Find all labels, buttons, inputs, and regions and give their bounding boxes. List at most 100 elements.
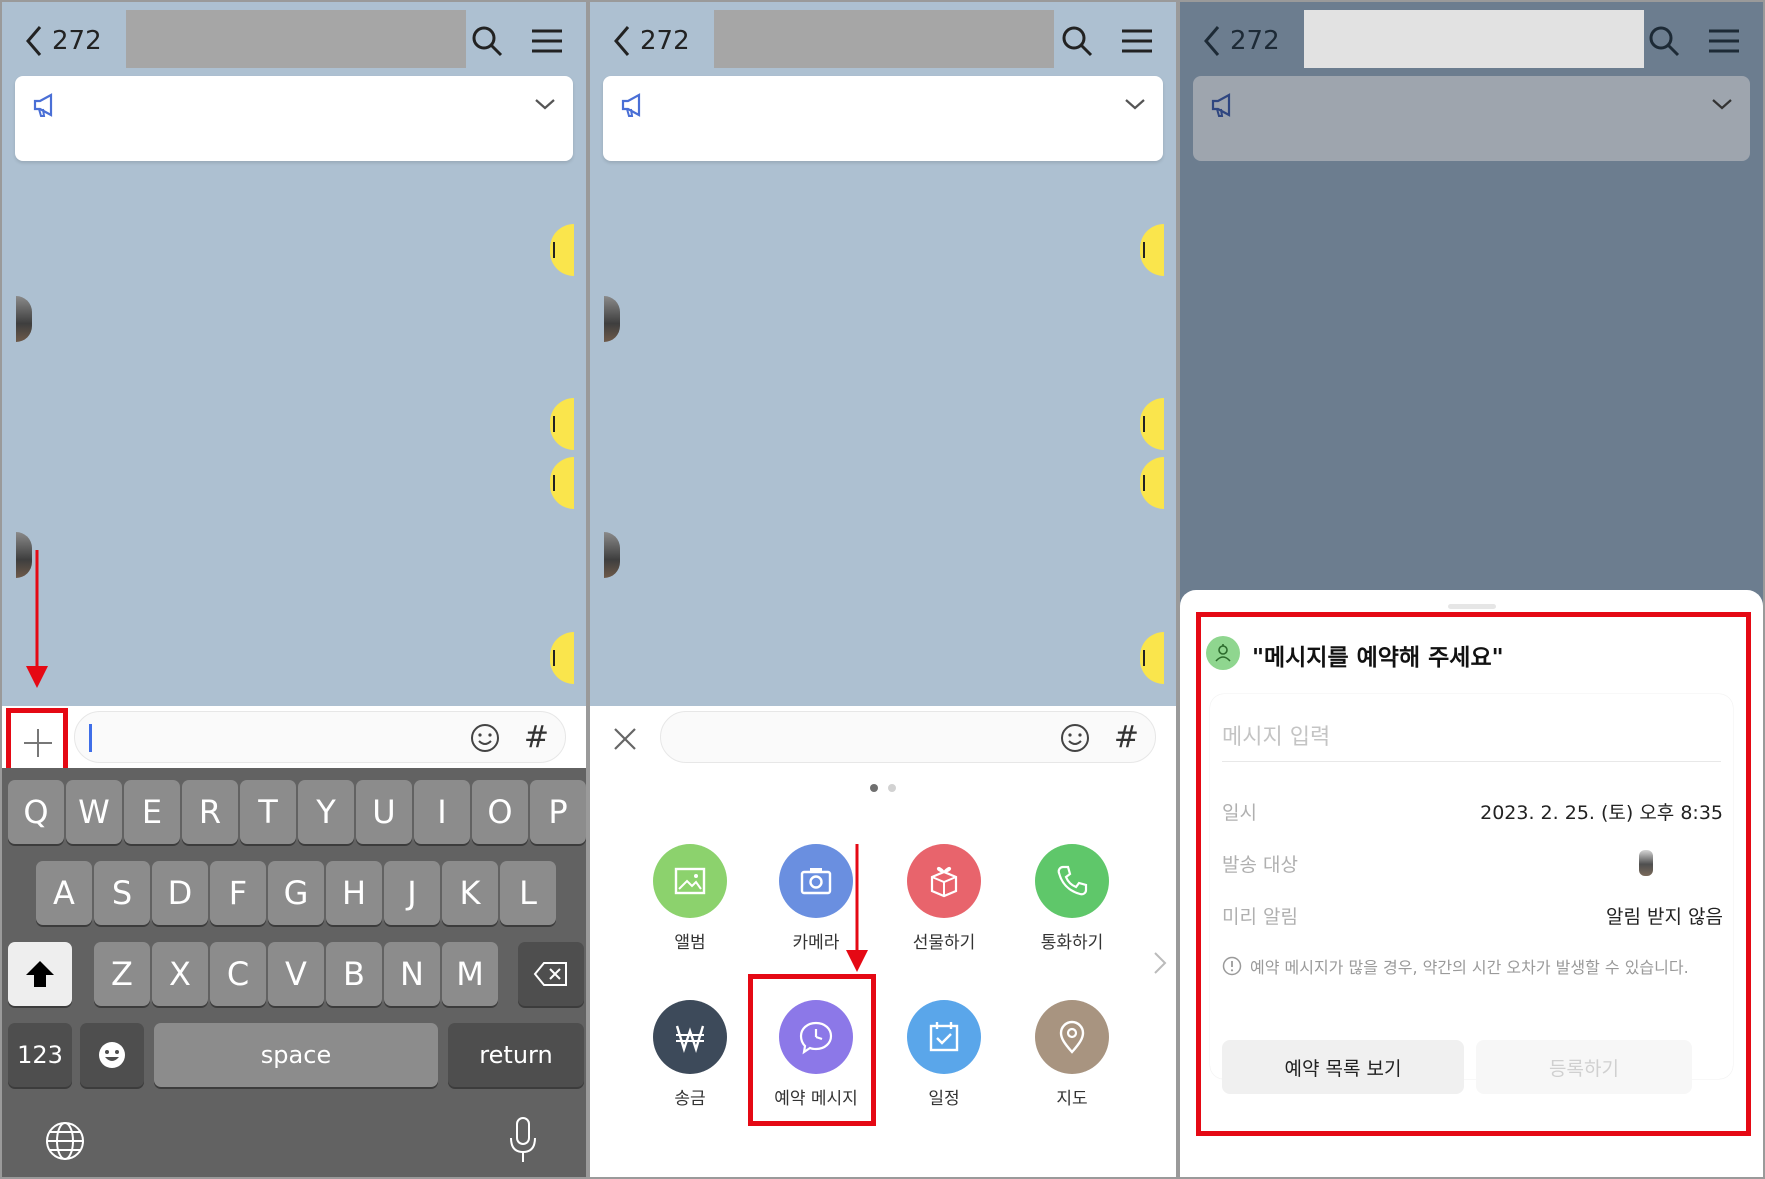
target-label: 발송 대상: [1222, 853, 1298, 876]
return-key[interactable]: return: [448, 1023, 584, 1087]
attach-label: 일정: [928, 1089, 960, 1109]
album-icon: [653, 844, 727, 918]
key-d[interactable]: D: [152, 861, 208, 925]
attach-gift[interactable]: 선물하기: [889, 844, 999, 953]
menu-icon[interactable]: [530, 24, 564, 58]
menu-icon[interactable]: [1120, 24, 1154, 58]
attach-album[interactable]: 앨범: [635, 844, 745, 953]
globe-icon[interactable]: [44, 1120, 86, 1162]
key-a[interactable]: A: [36, 861, 92, 925]
attach-label: 통화하기: [1040, 933, 1104, 953]
message-input[interactable]: [1222, 714, 1721, 762]
message-input[interactable]: #: [74, 711, 566, 763]
notice-banner[interactable]: [15, 76, 573, 161]
key-j[interactable]: J: [384, 861, 440, 925]
chat-header: 272: [2, 2, 586, 80]
schedule-message-sheet: "메시지를 예약해 주세요" 일시 2023. 2. 25. (토) 오후 8:…: [1180, 590, 1763, 1177]
attach-label: 지도: [1056, 1089, 1088, 1109]
attach-label: 송금: [674, 1089, 706, 1109]
attach-transfer[interactable]: 송금: [635, 1000, 745, 1109]
reminder-row[interactable]: 미리 알림 알림 받지 않음: [1222, 900, 1723, 930]
message-input[interactable]: #: [660, 711, 1156, 763]
hash-button[interactable]: #: [1114, 720, 1139, 755]
key-p[interactable]: P: [530, 780, 586, 844]
search-icon[interactable]: [1060, 24, 1094, 58]
notice-banner[interactable]: [603, 76, 1163, 161]
key-k[interactable]: K: [442, 861, 498, 925]
message-input-bar: #: [2, 706, 586, 778]
search-icon[interactable]: [1647, 24, 1681, 58]
panel-chat-attachments: 272 # 앨범 카메라 선물하기 통화하기 송금 예약 메시지 일정 지도: [588, 0, 1178, 1179]
key-q[interactable]: Q: [8, 780, 64, 844]
member-count: 272: [1230, 26, 1280, 56]
page-dot-active: [870, 784, 878, 792]
back-button[interactable]: 272: [1202, 24, 1280, 58]
chat-header: 272: [1180, 2, 1763, 80]
attach-call[interactable]: 통화하기: [1017, 844, 1127, 953]
page-indicator: [590, 784, 1176, 792]
datetime-label: 일시: [1222, 801, 1257, 824]
key-s[interactable]: S: [94, 861, 150, 925]
chevron-down-icon[interactable]: [1123, 94, 1147, 114]
back-button[interactable]: 272: [24, 24, 102, 58]
info-icon: [1222, 956, 1242, 976]
megaphone-icon: [33, 93, 53, 117]
shift-key[interactable]: [8, 942, 72, 1006]
attach-calendar[interactable]: 일정: [889, 1000, 999, 1109]
key-z[interactable]: Z: [94, 942, 150, 1006]
space-key[interactable]: space: [154, 1023, 438, 1087]
key-b[interactable]: B: [326, 942, 382, 1006]
notice-banner[interactable]: [1193, 76, 1750, 161]
delete-key[interactable]: [518, 942, 584, 1006]
emoticon-icon[interactable]: [469, 722, 501, 754]
register-button[interactable]: 등록하기: [1476, 1040, 1692, 1094]
chevron-down-icon[interactable]: [533, 94, 557, 114]
key-f[interactable]: F: [210, 861, 266, 925]
chevron-down-icon[interactable]: [1710, 94, 1734, 114]
menu-icon[interactable]: [1707, 24, 1741, 58]
key-m[interactable]: M: [442, 942, 498, 1006]
attach-map[interactable]: 지도: [1017, 1000, 1127, 1109]
plus-icon: [24, 729, 52, 757]
key-h[interactable]: H: [326, 861, 382, 925]
datetime-row[interactable]: 일시 2023. 2. 25. (토) 오후 8:35: [1222, 796, 1723, 826]
datetime-value: 2023. 2. 25. (토) 오후 8:35: [1480, 801, 1723, 824]
key-o[interactable]: O: [472, 780, 528, 844]
key-n[interactable]: N: [384, 942, 440, 1006]
key-g[interactable]: G: [268, 861, 324, 925]
microphone-icon[interactable]: [506, 1116, 540, 1164]
search-icon[interactable]: [470, 24, 504, 58]
key-t[interactable]: T: [240, 780, 296, 844]
emoticon-icon[interactable]: [1059, 722, 1091, 754]
close-icon[interactable]: [612, 726, 638, 752]
key-l[interactable]: L: [500, 861, 556, 925]
key-x[interactable]: X: [152, 942, 208, 1006]
key-w[interactable]: W: [66, 780, 122, 844]
phone-icon: [1035, 844, 1109, 918]
panel-schedule-message: 272 "메시지를 예약해 주세요" 일시 2023. 2. 25. (토) 오…: [1178, 0, 1765, 1179]
scheduled-message-icon: [1206, 636, 1240, 670]
key-y[interactable]: Y: [298, 780, 354, 844]
numbers-key[interactable]: 123: [8, 1023, 72, 1087]
key-v[interactable]: V: [268, 942, 324, 1006]
chat-header: 272: [590, 2, 1176, 80]
key-e[interactable]: E: [124, 780, 180, 844]
calendar-icon: [907, 1000, 981, 1074]
emoji-key[interactable]: [80, 1023, 144, 1087]
key-i[interactable]: I: [414, 780, 470, 844]
view-schedule-list-button[interactable]: 예약 목록 보기: [1222, 1040, 1464, 1094]
hash-button[interactable]: #: [524, 720, 549, 755]
key-c[interactable]: C: [210, 942, 266, 1006]
megaphone-icon: [621, 93, 641, 117]
chevron-right-icon[interactable]: [1152, 950, 1168, 976]
back-button[interactable]: 272: [612, 24, 690, 58]
attach-label: 선물하기: [912, 933, 976, 953]
member-count: 272: [640, 26, 690, 56]
attach-label: 카메라: [792, 933, 840, 953]
key-r[interactable]: R: [182, 780, 238, 844]
target-row[interactable]: 발송 대상: [1222, 848, 1723, 878]
key-u[interactable]: U: [356, 780, 412, 844]
sheet-handle[interactable]: [1447, 604, 1496, 609]
text-caret: [89, 724, 92, 752]
page-dot: [888, 784, 896, 792]
